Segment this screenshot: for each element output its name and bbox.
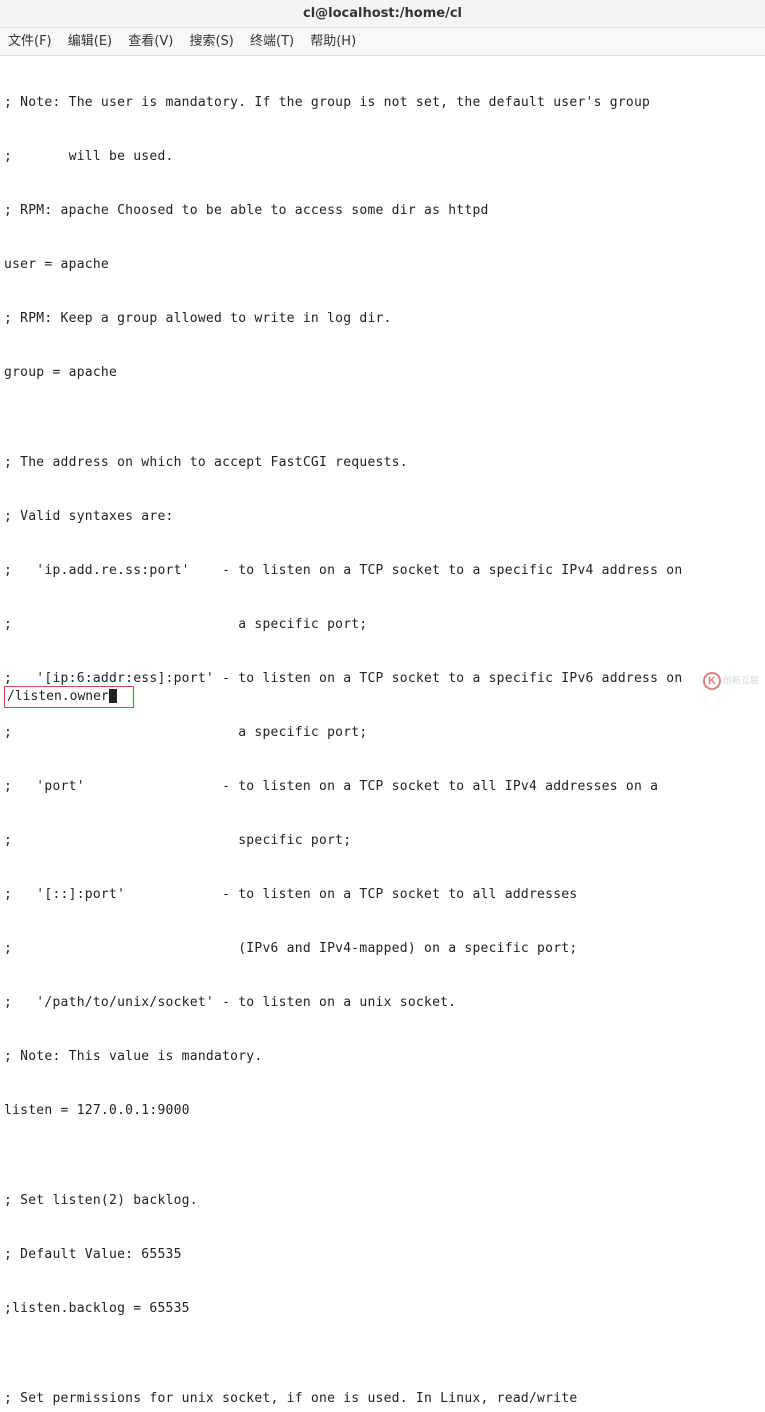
watermark-brand: 创新互联 (723, 675, 759, 685)
terminal-line: ; specific port; (4, 832, 761, 850)
vim-search-input[interactable]: /listen.owner (4, 686, 134, 708)
terminal-line: ; RPM: Keep a group allowed to write in … (4, 310, 761, 328)
menu-bar: 文件(F) 编辑(E) 查看(V) 搜索(S) 终端(T) 帮助(H) (0, 28, 765, 56)
menu-help[interactable]: 帮助(H) (310, 28, 356, 56)
menu-terminal[interactable]: 终端(T) (250, 28, 294, 56)
terminal-line: ; The address on which to accept FastCGI… (4, 454, 761, 472)
terminal-line: ; Set listen(2) backlog. (4, 1192, 761, 1210)
watermark: K创新互联 (689, 672, 759, 700)
terminal-line: ; a specific port; (4, 724, 761, 742)
watermark-logo-icon: K (703, 672, 721, 690)
terminal-line: ; RPM: apache Choosed to be able to acce… (4, 202, 761, 220)
menu-view[interactable]: 查看(V) (128, 28, 173, 56)
terminal-line: user = apache (4, 256, 761, 274)
terminal-line: ; Set permissions for unix socket, if on… (4, 1390, 761, 1408)
vim-search-text: /listen.owner (7, 689, 109, 704)
terminal-line: ; 'ip.add.re.ss:port' - to listen on a T… (4, 562, 761, 580)
menu-file[interactable]: 文件(F) (8, 28, 52, 56)
menu-edit[interactable]: 编辑(E) (68, 28, 112, 56)
terminal-line: ; '[::]:port' - to listen on a TCP socke… (4, 886, 761, 904)
window-title: cl@localhost:/home/cl (303, 6, 462, 21)
terminal-line: ; Valid syntaxes are: (4, 508, 761, 526)
terminal-line: ; 'port' - to listen on a TCP socket to … (4, 778, 761, 796)
terminal-line: ; (IPv6 and IPv4-mapped) on a specific p… (4, 940, 761, 958)
terminal-line: ; will be used. (4, 148, 761, 166)
terminal-line: ; a specific port; (4, 616, 761, 634)
terminal-line: ; Default Value: 65535 (4, 1246, 761, 1264)
text-cursor-icon (109, 689, 117, 703)
terminal-output[interactable]: ; Note: The user is mandatory. If the gr… (0, 56, 765, 1412)
terminal-line: listen = 127.0.0.1:9000 (4, 1102, 761, 1120)
terminal-line: ; Note: The user is mandatory. If the gr… (4, 94, 761, 112)
terminal-line: ; Note: This value is mandatory. (4, 1048, 761, 1066)
terminal-line: group = apache (4, 364, 761, 382)
terminal-line: ;listen.backlog = 65535 (4, 1300, 761, 1318)
window-title-bar: cl@localhost:/home/cl (0, 0, 765, 28)
menu-search[interactable]: 搜索(S) (189, 28, 233, 56)
terminal-line: ; '/path/to/unix/socket' - to listen on … (4, 994, 761, 1012)
vim-search-bar[interactable]: /listen.owner (0, 686, 765, 706)
